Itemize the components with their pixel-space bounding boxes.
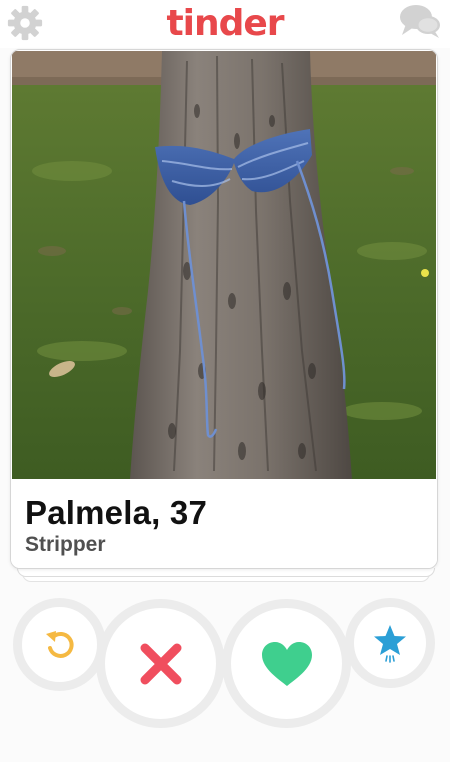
- profile-photo: [12, 51, 436, 479]
- heart-icon: [261, 641, 312, 686]
- like-button[interactable]: [222, 599, 351, 728]
- rewind-icon: [45, 630, 74, 658]
- rewind-button[interactable]: [13, 598, 106, 691]
- profile-job: Stripper: [25, 533, 106, 556]
- star-icon: [374, 625, 406, 663]
- top-bar: tinder: [0, 0, 450, 48]
- super-like-button[interactable]: [345, 598, 435, 688]
- profile-name-age: Palmela, 37: [25, 494, 207, 531]
- profile-info: Palmela, 37 Stripper: [11, 480, 437, 568]
- card-stack-edge: [17, 568, 435, 577]
- profile-card[interactable]: Palmela, 37 Stripper: [10, 49, 438, 569]
- chat-bubbles-icon[interactable]: [398, 2, 442, 40]
- nope-button[interactable]: [96, 599, 225, 728]
- logo-text: tinder: [166, 3, 284, 44]
- x-icon: [140, 643, 181, 684]
- tinder-logo: tinder: [0, 2, 450, 46]
